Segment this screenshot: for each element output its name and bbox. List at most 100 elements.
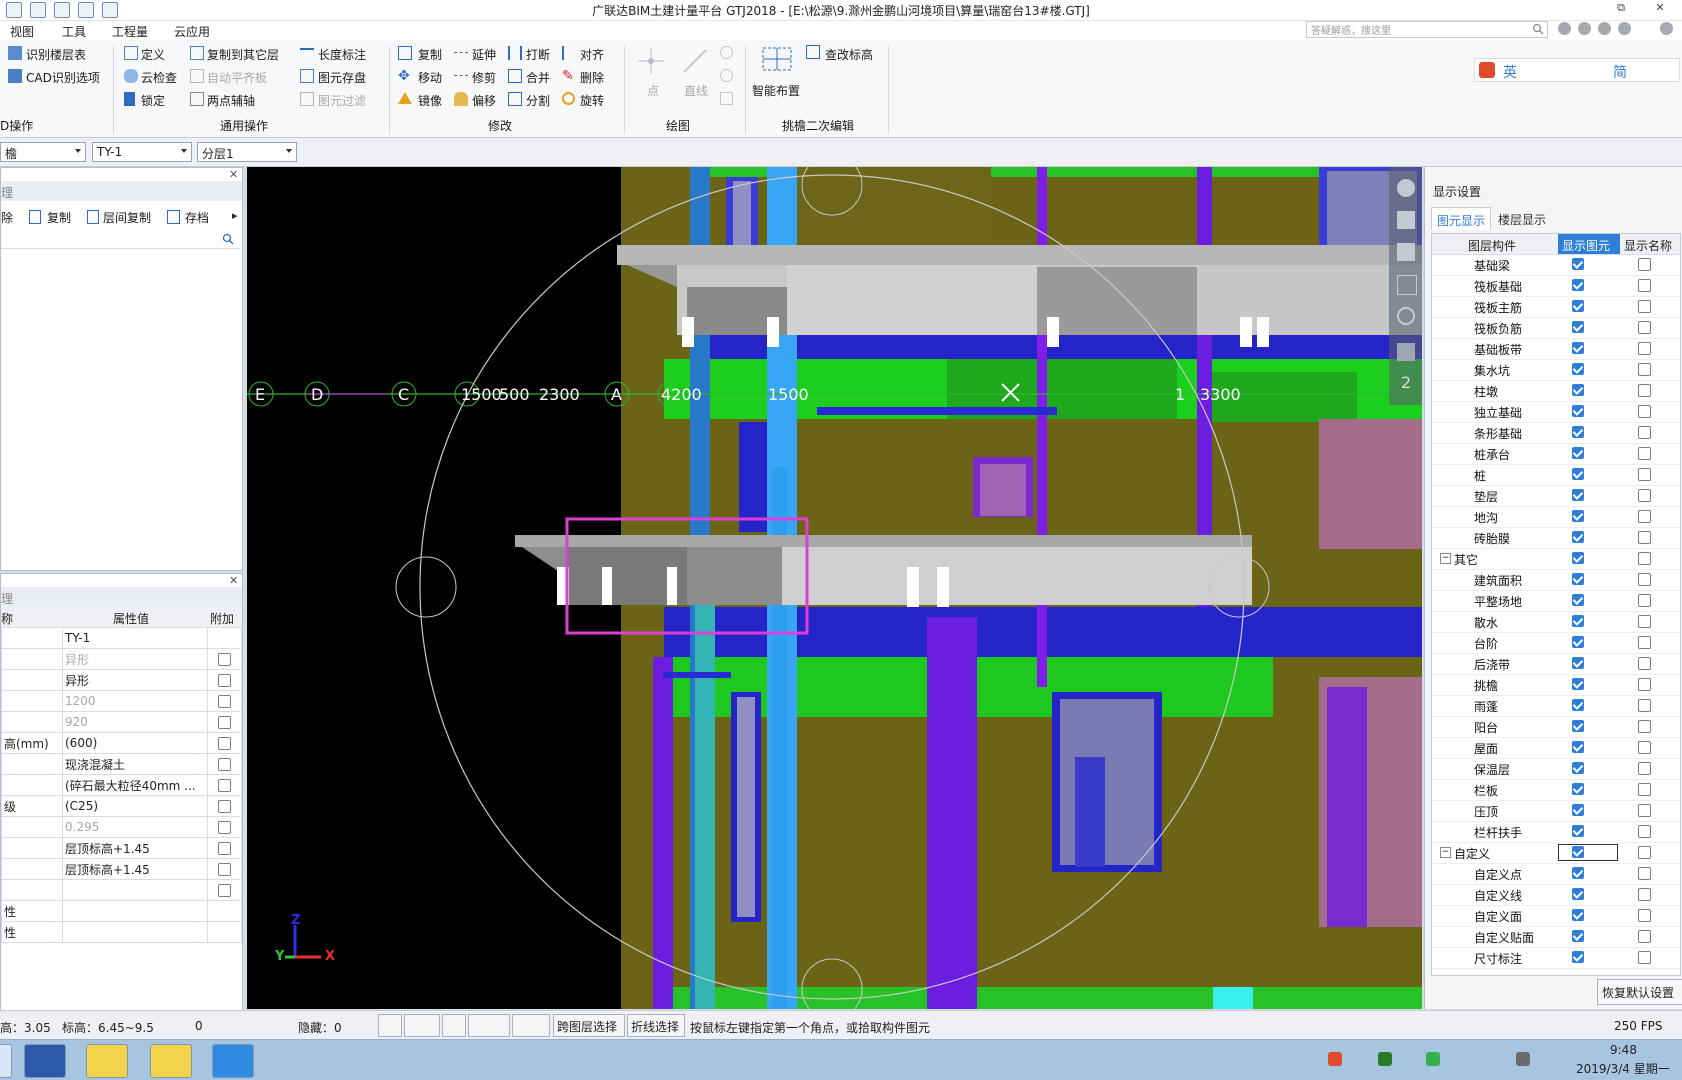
point-button[interactable]: 点 [647,82,659,99]
close-icon[interactable]: ✕ [229,574,238,587]
show-name-checkbox[interactable] [1638,384,1651,397]
help2-taskbar-icon[interactable] [150,1044,192,1078]
archive-button[interactable]: 存档 [185,209,209,226]
extra-checkbox[interactable] [218,800,231,813]
show-name-checkbox[interactable] [1638,489,1651,502]
extra-checkbox[interactable] [218,653,231,666]
cross-toggle[interactable] [442,1014,466,1037]
polyline-select-button[interactable]: 折线选择 [627,1014,685,1037]
show-name-checkbox[interactable] [1638,447,1651,460]
layer-row[interactable]: 砖胎膜 [1432,527,1680,549]
show-element-checkbox[interactable] [1572,531,1584,543]
property-value[interactable]: 层顶标高+1.45 [62,858,208,880]
layer-row[interactable]: 自定义面 [1432,905,1680,927]
line-button[interactable]: 直线 [684,82,708,99]
ime-simplified[interactable]: 简 [1613,62,1627,82]
layer-group-row[interactable]: − 自定义 [1432,842,1680,864]
property-row[interactable]: 性 [1,900,242,922]
layer-row[interactable]: 桩承台 [1432,443,1680,465]
tab-element-display[interactable]: 图元显示 [1431,207,1491,230]
orbit-icon[interactable] [1397,179,1415,197]
nvidia-tray-icon[interactable] [1378,1052,1392,1066]
3d-viewport[interactable]: E D C 1500 500 2300 A 4200 1500 1 3300 Z… [247,167,1422,1009]
show-name-checkbox[interactable] [1638,363,1651,376]
gtj-taskbar-icon[interactable] [212,1044,254,1078]
copy-button[interactable]: 复制 [418,46,442,63]
show-name-checkbox[interactable] [1638,321,1651,334]
property-value[interactable] [62,879,208,901]
extra-checkbox[interactable] [218,758,231,771]
property-value[interactable]: 层顶标高+1.45 [62,837,208,859]
property-row[interactable]: TY-1 [1,627,242,649]
show-name-checkbox[interactable] [1638,594,1651,607]
property-value[interactable]: 异形 [62,669,208,691]
show-element-checkbox[interactable] [1572,321,1584,333]
merge-button[interactable]: 合并 [526,69,550,86]
property-row[interactable]: 异形 [1,648,242,670]
property-row[interactable]: (碎石最大粒径40mm ... [1,774,242,796]
show-element-checkbox[interactable] [1572,405,1584,417]
layer-select[interactable]: 分层1 [197,142,297,162]
layer-row[interactable]: 条形基础 [1432,422,1680,444]
word-taskbar-icon[interactable] [24,1044,66,1078]
mirror-button[interactable]: 镜像 [418,92,442,109]
layer-copy-button[interactable]: 层间复制 [103,209,151,226]
check-elevation-button[interactable]: 查改标高 [825,46,873,63]
show-name-checkbox[interactable] [1638,573,1651,586]
extra-checkbox[interactable] [218,674,231,687]
property-row[interactable]: 高(mm) (600) [1,732,242,754]
show-name-checkbox[interactable] [1638,405,1651,418]
common-group-label[interactable]: 通用操作 [220,117,268,134]
menu-tools[interactable]: 工具 [62,23,86,40]
two-point-axis-button[interactable]: 两点辅轴 [207,92,255,109]
extra-checkbox[interactable] [218,737,231,750]
show-element-checkbox[interactable] [1572,384,1584,396]
show-element-checkbox[interactable] [1572,279,1584,291]
draw-group-label[interactable]: 绘图 [666,117,690,134]
show-name-checkbox[interactable] [1638,699,1651,712]
rotate-button[interactable]: 旋转 [580,92,604,109]
layer-row[interactable]: 基础板带 [1432,338,1680,360]
property-value[interactable]: (碎石最大粒径40mm ... [62,774,208,796]
show-name-checkbox[interactable] [1638,657,1651,670]
layer-row[interactable]: 平整场地 [1432,590,1680,612]
show-element-checkbox[interactable] [1572,930,1584,942]
save-element-button[interactable]: 图元存盘 [318,69,366,86]
property-row[interactable]: 1200 [1,690,242,712]
layer-row[interactable]: 栏板 [1432,779,1680,801]
modify-group-label[interactable]: 修改 [488,117,512,134]
define-button[interactable]: 定义 [141,46,165,63]
element-search-input[interactable] [1,230,240,249]
property-row[interactable]: 级 (C25) [1,795,242,817]
show-element-checkbox[interactable] [1572,783,1584,795]
show-element-checkbox[interactable] [1572,510,1584,522]
show-element-checkbox[interactable] [1572,489,1584,501]
property-value[interactable] [62,900,208,922]
show-name-checkbox[interactable] [1638,825,1651,838]
wechat-tray-icon[interactable] [1426,1052,1440,1066]
element-type-select[interactable]: 檐 [0,142,86,162]
property-row[interactable]: 性 [1,921,242,943]
show-name-checkbox[interactable] [1638,342,1651,355]
user-icon[interactable] [1558,22,1571,35]
layer-row[interactable]: 台阶 [1432,632,1680,654]
extra-checkbox[interactable] [218,821,231,834]
element-name-select[interactable]: TY-1 [92,142,192,162]
show-name-checkbox[interactable] [1638,552,1651,565]
show-element-checkbox[interactable] [1572,657,1584,669]
show-name-checkbox[interactable] [1638,909,1651,922]
show-element-checkbox[interactable] [1572,888,1584,900]
show-name-checkbox[interactable] [1638,510,1651,523]
property-row[interactable]: 0.295 [1,816,242,838]
show-name-checkbox[interactable] [1638,636,1651,649]
layer-row[interactable]: 自定义点 [1432,863,1680,885]
cad-floor-table-button[interactable]: 识别楼层表 [26,46,86,63]
smart-layout-button[interactable]: 智能布置 [752,82,800,99]
layer-row[interactable]: 自定义贴面 [1432,926,1680,948]
property-row[interactable]: 层顶标高+1.45 [1,858,242,880]
layer-row[interactable]: 建筑面积 [1432,569,1680,591]
layer-row[interactable]: 柱墩 [1432,380,1680,402]
show-name-checkbox[interactable] [1638,468,1651,481]
show-element-checkbox[interactable] [1572,678,1584,690]
menu-cloud[interactable]: 云应用 [174,23,210,40]
